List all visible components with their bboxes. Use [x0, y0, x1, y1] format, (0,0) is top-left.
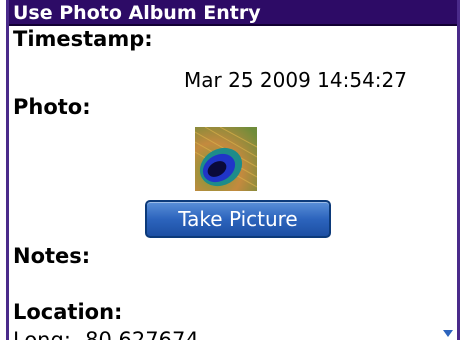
photo-thumbnail[interactable]	[195, 127, 257, 191]
device-screen: Use Photo Album Entry Timestamp: Mar 25 …	[6, 0, 460, 340]
notes-label: Notes:	[13, 244, 91, 268]
take-picture-button[interactable]: Take Picture	[145, 200, 331, 238]
timestamp-label: Timestamp:	[13, 27, 153, 51]
location-label: Location:	[13, 300, 123, 324]
longitude-value: Long: -80.627674	[13, 328, 199, 340]
photo-label: Photo:	[13, 95, 91, 119]
peacock-feather-photo-icon	[195, 127, 257, 191]
window-title: Use Photo Album Entry	[13, 2, 261, 24]
title-bar: Use Photo Album Entry	[9, 0, 457, 26]
timestamp-value: Mar 25 2009 14:54:27	[184, 68, 407, 92]
scroll-down-arrow-icon[interactable]	[443, 330, 453, 337]
